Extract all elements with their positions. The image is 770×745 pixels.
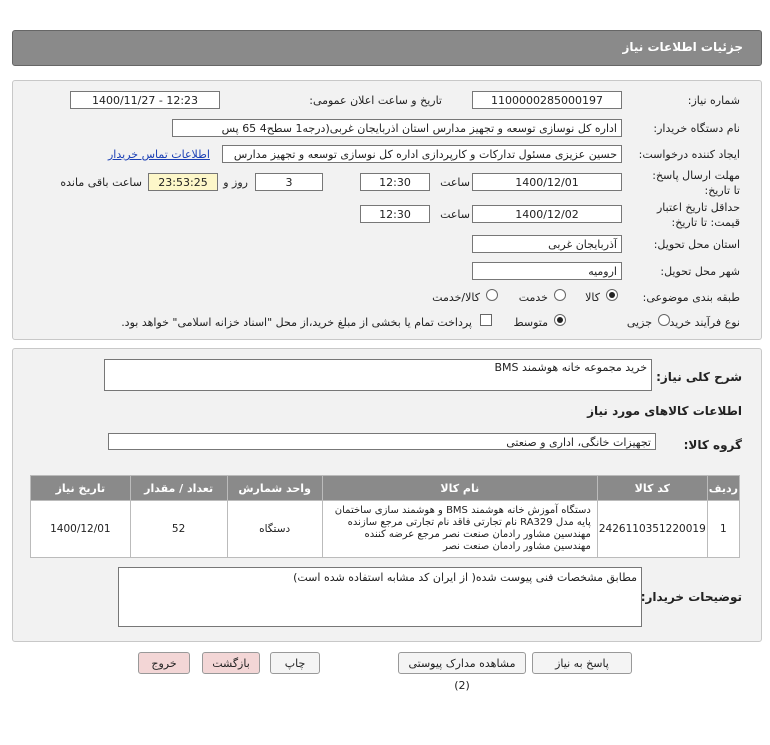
announce-field: 1400/11/27 - 12:23 — [70, 91, 220, 109]
col-row-header: ردیف — [706, 475, 741, 501]
window-title: جزئیات اطلاعات نیاز — [622, 40, 743, 54]
need-number-field: 1100000285000197 — [472, 91, 622, 109]
validity-date-field: 1400/12/02 — [472, 205, 622, 223]
province-label: استان محل تحویل: — [653, 238, 740, 251]
row-code: 2426110351220019 — [596, 500, 708, 558]
goods-heading: اطلاعات کالاهای مورد نیاز — [587, 404, 742, 418]
validity-time-field: 12:30 — [360, 205, 430, 223]
category-goods-service-radio[interactable] — [486, 289, 498, 301]
buyer-contact-link[interactable]: اطلاعات تماس خریدار — [108, 148, 210, 161]
reply-deadline-label: مهلت ارسال پاسخ: تا تاریخ: — [652, 169, 740, 197]
back-button[interactable]: بازگشت — [202, 652, 260, 674]
days-label: روز و — [223, 176, 248, 189]
print-button[interactable]: چاپ — [270, 652, 320, 674]
process-minor-label: جزیی — [626, 316, 652, 329]
exit-button[interactable]: خروج — [138, 652, 190, 674]
price-validity-label: حداقل تاریخ اعتبار قیمت: تا تاریخ: — [656, 201, 740, 229]
row-unit: دستگاه — [226, 500, 323, 558]
city-label: شهر محل تحویل: — [660, 265, 740, 278]
reply-time-field: 12:30 — [360, 173, 430, 191]
reply-button[interactable]: پاسخ به نیاز — [532, 652, 632, 674]
need-number-label: شماره نیاز: — [687, 94, 740, 107]
row-date: 1400/12/01 — [30, 500, 131, 558]
treasury-payment-checkbox[interactable] — [480, 314, 492, 326]
col-date-header: تاریخ نیاز — [30, 475, 131, 501]
view-attachments-button[interactable]: مشاهده مدارک پیوستی (2) — [398, 652, 526, 692]
days-field: 3 — [255, 173, 323, 191]
process-label: نوع فرآیند خرید : — [662, 316, 740, 329]
category-goods-service-label: کالا/خدمت — [432, 291, 480, 304]
reply-time-label: ساعت — [440, 176, 470, 189]
goods-table-header: تاریخ نیاز تعداد / مقدار واحد شمارش نام … — [30, 475, 741, 501]
category-service-label: خدمت — [518, 291, 548, 304]
remaining-label: ساعت باقی مانده — [60, 176, 142, 189]
col-qty-header: تعداد / مقدار — [129, 475, 228, 501]
col-unit-header: واحد شمارش — [226, 475, 323, 501]
reply-date-field: 1400/12/01 — [472, 173, 622, 191]
process-medium-radio[interactable] — [554, 314, 566, 326]
category-goods-label: کالا — [585, 291, 600, 304]
goods-group-label: گروه کالا: — [683, 438, 742, 452]
remaining-time-field: 23:53:25 — [148, 173, 218, 191]
goods-table: تاریخ نیاز تعداد / مقدار واحد شمارش نام … — [30, 475, 741, 558]
creator-field: حسین عزیزی مسئول تدارکات و کارپردازی ادا… — [222, 145, 622, 163]
buyer-label: نام دستگاه خریدار: — [653, 122, 740, 135]
announce-label: تاریخ و ساعت اعلان عمومی: — [309, 94, 442, 107]
province-field: آذربایجان غربی — [472, 235, 622, 253]
buyer-field: اداره کل نوسازی توسعه و تجهیز مدارس استا… — [172, 119, 622, 137]
summary-label: شرح کلی نیاز: — [656, 370, 742, 384]
notes-field: مطابق مشخصات فنی پیوست شده( از ایران کد … — [118, 567, 642, 627]
window-title-bar: جزئیات اطلاعات نیاز — [12, 30, 762, 66]
row-name: دستگاه آموزش خانه هوشمند BMS و هوشمند سا… — [321, 500, 598, 558]
col-code-header: کد کالا — [596, 475, 708, 501]
col-name-header: نام کالا — [321, 475, 598, 501]
process-minor-radio[interactable] — [658, 314, 670, 326]
treasury-payment-note: پرداخت تمام یا بخشی از مبلغ خرید،از محل … — [121, 316, 472, 329]
creator-label: ایجاد کننده درخواست: — [638, 148, 740, 161]
summary-field: خرید مجموعه خانه هوشمند BMS — [104, 359, 652, 391]
row-qty: 52 — [129, 500, 228, 558]
category-goods-radio[interactable] — [606, 289, 618, 301]
process-medium-label: متوسط — [513, 316, 548, 329]
table-row: 1400/12/01 52 دستگاه دستگاه آموزش خانه ه… — [30, 500, 741, 558]
notes-label: توضیحات خریدار: — [640, 590, 742, 604]
validity-time-label: ساعت — [440, 208, 470, 221]
row-index: 1 — [706, 500, 741, 558]
city-field: ارومیه — [472, 262, 622, 280]
category-label: طبقه بندی موضوعی: — [642, 291, 740, 304]
category-service-radio[interactable] — [554, 289, 566, 301]
goods-group-field: تجهیزات خانگی، اداری و صنعتی — [108, 433, 656, 450]
